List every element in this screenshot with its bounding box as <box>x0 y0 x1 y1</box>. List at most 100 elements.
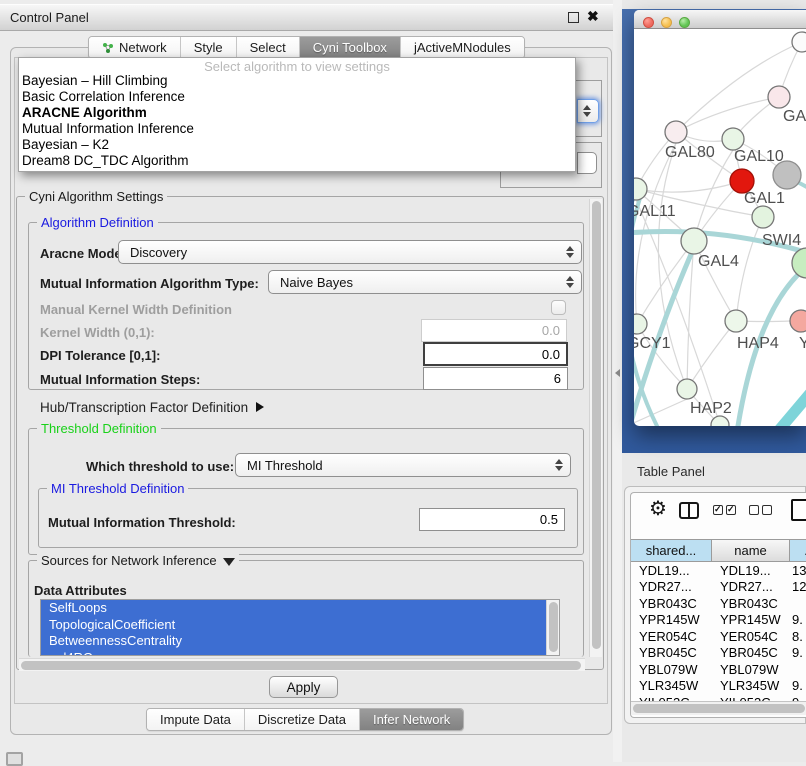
docked-panel-icon[interactable] <box>6 752 23 766</box>
table-row[interactable]: YBR045C YBR045C 9. <box>631 645 806 662</box>
manual-kernel-checkbox[interactable] <box>551 300 566 315</box>
algorithm-options-list: Bayesian – Hill ClimbingBasic Correlatio… <box>19 73 575 169</box>
network-edge <box>687 321 736 389</box>
mi-threshold-field[interactable]: 0.5 <box>419 508 565 531</box>
float-window-icon[interactable] <box>568 12 579 23</box>
cyni-algorithm-settings-title: Cyni Algorithm Settings <box>25 189 167 204</box>
table-row[interactable]: YIL052C YIL052C 9 <box>631 694 806 701</box>
network-node-label: HAP2 <box>690 400 732 417</box>
split-columns-icon[interactable] <box>679 502 699 519</box>
table-row[interactable]: YDL19... YDL19... 13 <box>631 562 806 579</box>
control-panel-title: Control Panel <box>10 5 89 31</box>
which-threshold-combo[interactable]: MI Threshold <box>235 453 571 477</box>
data-attributes-label: Data Attributes <box>34 583 127 598</box>
tab-style[interactable]: Style <box>181 37 237 58</box>
gear-icon[interactable]: ⚙ <box>649 499 667 519</box>
mi-steps-field[interactable]: 6 <box>423 367 568 390</box>
tab-network[interactable]: Network <box>89 37 181 58</box>
algorithm-option[interactable]: Bayesian – K2 <box>19 137 575 153</box>
network-edge <box>774 384 806 426</box>
network-node-node-mid[interactable] <box>752 206 774 228</box>
checkbox-unchecked-icon[interactable] <box>749 505 759 515</box>
network-view-window[interactable]: GALGAL80GAL10GAL1GAL11SWI4GAL4GCY1HAP4YH… <box>634 10 806 426</box>
table-panel-title: Table Panel <box>637 464 705 479</box>
tab-impute-data[interactable]: Impute Data <box>147 709 245 730</box>
network-node-label: Y <box>799 335 806 352</box>
algorithm-option[interactable]: Bayesian – Hill Climbing <box>19 73 575 89</box>
close-window-icon[interactable]: ✖ <box>587 8 599 25</box>
column-header-name[interactable]: name <box>712 540 790 561</box>
network-node-GAL4[interactable] <box>681 228 707 254</box>
table-row[interactable]: YLR345W YLR345W 9. <box>631 678 806 695</box>
sources-group-title[interactable]: Sources for Network Inference <box>37 553 239 568</box>
network-node-SWI4[interactable] <box>792 248 806 278</box>
aracne-mode-combo[interactable]: Discovery <box>118 240 582 264</box>
network-window-titlebar[interactable] <box>634 10 806 29</box>
checkbox-checked-icon[interactable] <box>726 505 736 515</box>
tab-discretize-data[interactable]: Discretize Data <box>245 709 360 730</box>
table-horizontal-scrollbar[interactable] <box>631 701 806 715</box>
network-node-node-top[interactable] <box>792 32 806 52</box>
algorithm-option[interactable]: Dream8 DC_TDC Algorithm <box>19 153 575 169</box>
close-traffic-light-icon[interactable] <box>643 17 654 28</box>
splitter-collapse-arrow-icon[interactable] <box>615 369 620 377</box>
algorithm-option[interactable]: ARACNE Algorithm <box>19 105 575 121</box>
table-row[interactable]: YDR27... YDR27... 12 <box>631 579 806 596</box>
data-attribute-item[interactable]: BetweennessCentrality <box>41 633 547 650</box>
tab-infer-network[interactable]: Infer Network <box>360 709 463 730</box>
hub-definition-expander[interactable]: Hub/Transcription Factor Definition <box>40 400 264 415</box>
aracne-mode-label: Aracne Mode: <box>40 246 126 261</box>
tab-cyni-toolbox[interactable]: Cyni Toolbox <box>300 37 401 58</box>
algorithm-option[interactable]: Basic Correlation Inference <box>19 89 575 105</box>
network-node-GAL10[interactable] <box>722 128 744 150</box>
dpi-tolerance-field[interactable]: 0.0 <box>423 342 568 366</box>
which-threshold-value: MI Threshold <box>247 458 323 473</box>
checkbox-unchecked-icon[interactable] <box>762 505 772 515</box>
algorithm-option[interactable]: Mutual Information Inference <box>19 121 575 137</box>
network-node-node-bottom[interactable] <box>711 416 729 426</box>
network-node-node-gray[interactable] <box>773 161 801 189</box>
tab-jactivemnodules[interactable]: jActiveMNodules <box>401 37 524 58</box>
combo-fragment[interactable] <box>577 152 597 174</box>
new-table-icon[interactable] <box>791 499 806 521</box>
dropdown-prompt: Select algorithm to view settings <box>19 58 575 73</box>
control-panel-titlebar: Control Panel ✖ <box>0 4 613 31</box>
data-attribute-item[interactable]: SelfLoops <box>41 600 547 617</box>
network-node-GCY1[interactable] <box>634 314 647 334</box>
network-canvas[interactable]: GALGAL80GAL10GAL1GAL11SWI4GAL4GCY1HAP4YH… <box>634 29 806 426</box>
algorithm-combo-fragment[interactable] <box>577 99 599 123</box>
table-row[interactable]: YBL079W YBL079W <box>631 661 806 678</box>
data-attribute-item[interactable]: TopologicalCoefficient <box>41 617 547 634</box>
settings-horizontal-scrollbar[interactable] <box>19 658 585 671</box>
column-header-clipped[interactable]: A <box>790 540 806 561</box>
table-row[interactable]: YER054C YER054C 8. <box>631 628 806 645</box>
table-row[interactable]: YPR145W YPR145W 9. <box>631 612 806 629</box>
apply-button[interactable]: Apply <box>269 676 338 698</box>
network-node-HAP4[interactable] <box>725 310 747 332</box>
network-node-node-pink-top[interactable] <box>768 86 790 108</box>
combo-arrows-icon <box>583 105 591 117</box>
expand-right-icon <box>256 402 264 412</box>
minimize-traffic-light-icon[interactable] <box>661 17 672 28</box>
network-node-HAP2[interactable] <box>677 379 697 399</box>
network-node-GAL80[interactable] <box>665 121 687 143</box>
panel-splitter[interactable] <box>613 0 622 762</box>
settings-vertical-scrollbar[interactable] <box>589 199 602 657</box>
network-node-label: HAP4 <box>737 335 779 352</box>
network-edge <box>676 97 779 132</box>
mi-algorithm-type-combo[interactable]: Naive Bayes <box>268 270 582 294</box>
checkbox-checked-icon[interactable] <box>713 505 723 515</box>
mi-threshold-label: Mutual Information Threshold: <box>48 515 236 530</box>
tab-select[interactable]: Select <box>237 37 300 58</box>
kernel-width-field[interactable]: 0.0 <box>421 319 567 342</box>
mi-threshold-group-title: MI Threshold Definition <box>47 481 188 496</box>
mi-type-value: Naive Bayes <box>280 275 353 290</box>
network-node-node-salmon[interactable] <box>790 310 806 332</box>
network-node-label: GAL80 <box>665 144 715 161</box>
network-node-label: GAL10 <box>734 148 784 165</box>
table-row[interactable]: YBR043C YBR043C <box>631 595 806 612</box>
data-attribute-item[interactable]: gal4RGexp <box>41 650 547 656</box>
attributes-list-scrollbar[interactable] <box>546 600 559 655</box>
zoom-traffic-light-icon[interactable] <box>679 17 690 28</box>
column-header-shared-name[interactable]: shared... <box>631 540 712 561</box>
